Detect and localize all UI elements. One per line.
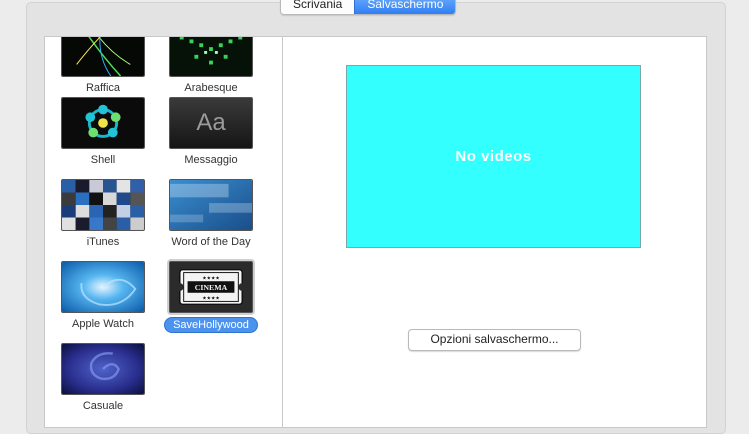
screensaver-label: Shell xyxy=(90,154,116,166)
screensaver-item-arabesque[interactable]: Arabesque xyxy=(157,37,265,96)
screensaver-label: Arabesque xyxy=(184,82,238,94)
screensaver-label: Casuale xyxy=(82,400,124,412)
screensaver-label: SaveHollywood xyxy=(164,317,258,333)
screensaver-label: Word of the Day xyxy=(171,236,251,248)
preview-message: No videos xyxy=(455,148,532,165)
svg-text:★★★★: ★★★★ xyxy=(202,275,220,281)
messaggio-thumb-text: Aa xyxy=(196,109,226,136)
screensaver-item-savehollywood[interactable]: CINEMA ★★★★ ★★★★ SaveHollywood xyxy=(157,261,265,333)
itunes-thumbnail-icon xyxy=(61,179,145,231)
screensaver-label: Messaggio xyxy=(184,154,238,166)
screensaver-item-apple-watch[interactable]: Apple Watch xyxy=(49,261,157,332)
screensaver-preview: No videos xyxy=(346,65,641,248)
screensaver-item-casuale[interactable]: Casuale xyxy=(49,343,157,414)
shell-thumbnail-icon xyxy=(61,97,145,149)
screensaver-options-button[interactable]: Opzioni salvaschermo... xyxy=(408,329,581,351)
screensaver-item-shell[interactable]: Shell xyxy=(49,97,157,168)
word-of-the-day-thumbnail-icon xyxy=(169,179,253,231)
segmented-tabs: Scrivania Salvaschermo xyxy=(280,0,457,15)
screensaver-item-itunes[interactable]: iTunes xyxy=(49,179,157,250)
screensaver-label: Apple Watch xyxy=(72,318,134,330)
screensaver-item-word-of-the-day[interactable]: Word of the Day xyxy=(157,179,265,250)
screensaver-label: Raffica xyxy=(85,82,121,94)
svg-text:★★★★: ★★★★ xyxy=(202,296,220,302)
casuale-thumbnail-icon xyxy=(61,343,145,395)
svg-text:CINEMA: CINEMA xyxy=(195,283,228,292)
apple-watch-thumbnail-icon xyxy=(61,261,145,313)
messaggio-thumbnail-icon: Aa xyxy=(169,97,253,149)
tab-scrivania[interactable]: Scrivania xyxy=(281,0,355,14)
raffica-thumbnail-icon xyxy=(61,37,145,77)
screensaver-item-raffica[interactable]: Raffica xyxy=(49,37,157,96)
tab-salvaschermo[interactable]: Salvaschermo xyxy=(354,0,456,14)
screensaver-label: iTunes xyxy=(86,236,120,248)
arabesque-thumbnail-icon xyxy=(169,37,253,77)
screensaver-list[interactable]: Raffica Arabesque Shell Aa Messaggio iTu… xyxy=(44,36,283,428)
screensaver-item-messaggio[interactable]: Aa Messaggio xyxy=(157,97,265,168)
cinema-ticket-icon: CINEMA ★★★★ ★★★★ xyxy=(169,261,253,313)
